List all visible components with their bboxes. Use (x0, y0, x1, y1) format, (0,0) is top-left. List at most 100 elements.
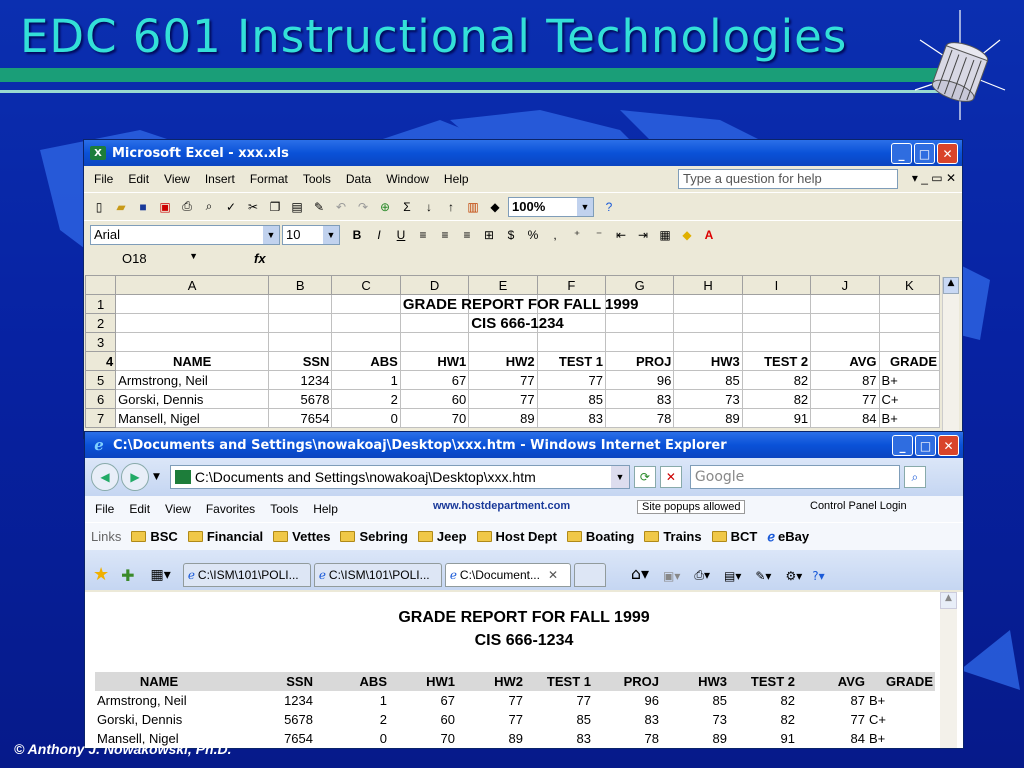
cell[interactable] (331, 332, 401, 352)
menu-file[interactable]: File (94, 172, 113, 186)
format-painter-icon[interactable]: ✎ (310, 198, 328, 216)
cut-icon[interactable]: ✂ (244, 198, 262, 216)
link-bct[interactable]: BCT (711, 529, 757, 544)
feeds-icon[interactable]: ▣▾ (663, 569, 680, 583)
search-input[interactable]: Google (689, 465, 900, 489)
cell[interactable] (268, 313, 333, 333)
row-header[interactable]: 5 (84, 370, 117, 390)
back-icon[interactable]: ◀ (91, 463, 119, 491)
cell[interactable] (115, 313, 270, 333)
quick-tabs-icon[interactable]: ▦▾ (151, 567, 171, 583)
cell[interactable] (810, 294, 880, 314)
column-header[interactable]: I (741, 275, 812, 295)
cell[interactable]: 83 (604, 389, 675, 409)
cell[interactable] (268, 332, 333, 352)
cell[interactable] (878, 313, 941, 333)
menu-insert[interactable]: Insert (205, 172, 235, 186)
menu-view[interactable]: View (164, 172, 190, 186)
cell[interactable]: 91 (741, 408, 812, 428)
cell[interactable] (741, 294, 812, 314)
address-input[interactable]: C:\Documents and Settings\nowakoaj\Deskt… (169, 465, 630, 489)
link-vettes[interactable]: Vettes (273, 529, 330, 544)
control-panel-link[interactable]: Control Panel Login (810, 500, 907, 512)
align-center-icon[interactable]: ≡ (436, 226, 454, 244)
cell[interactable]: 82 (741, 389, 812, 409)
cell[interactable] (810, 332, 880, 352)
help-icon[interactable]: ? (600, 198, 618, 216)
cell[interactable]: 1 (331, 370, 401, 390)
menu-format[interactable]: Format (250, 172, 288, 186)
zoom-select[interactable]: 100% ▼ (508, 196, 594, 217)
cell[interactable]: 7654 (268, 408, 333, 428)
cell[interactable]: 73 (673, 389, 743, 409)
cell[interactable] (810, 313, 880, 333)
cell[interactable] (268, 294, 333, 314)
cell[interactable] (604, 313, 675, 333)
cell[interactable] (399, 332, 470, 352)
cell[interactable]: C+ (878, 389, 941, 409)
cell[interactable]: 70 (399, 408, 470, 428)
cell[interactable]: 87 (810, 370, 880, 390)
cell[interactable]: TEST 1 (536, 351, 606, 371)
row-header[interactable]: 4 (84, 351, 117, 371)
column-header[interactable]: D (399, 275, 470, 295)
cell[interactable] (399, 313, 470, 333)
cell[interactable]: 89 (468, 408, 538, 428)
cell[interactable] (115, 332, 270, 352)
column-header[interactable]: G (604, 275, 675, 295)
cell[interactable]: 83 (536, 408, 606, 428)
link-boating[interactable]: Boating (566, 529, 634, 544)
spreadsheet-grid[interactable]: A B C D E F G H I J K 1 GRADE REPORT FOR FALL 1999 2 C… (84, 275, 941, 428)
cell[interactable]: B+ (878, 408, 941, 428)
column-header[interactable]: J (810, 275, 880, 295)
host-link[interactable]: www.hostdepartment.com (433, 500, 570, 512)
row-header[interactable]: 6 (84, 389, 117, 409)
maximize-button[interactable]: □ (915, 435, 936, 456)
chart-wizard-icon[interactable]: ▥ (464, 198, 482, 216)
borders-icon[interactable]: ▦ (656, 226, 674, 244)
decrease-decimal-icon[interactable]: ⁻ (590, 226, 608, 244)
menu-favorites[interactable]: Favorites (206, 502, 255, 516)
link-host-dept[interactable]: Host Dept (476, 529, 557, 544)
undo-icon[interactable]: ↶ (332, 198, 350, 216)
decrease-indent-icon[interactable]: ⇤ (612, 226, 630, 244)
refresh-icon[interactable]: ⟳ (633, 466, 656, 488)
cell[interactable]: B+ (878, 370, 941, 390)
column-header[interactable]: F (536, 275, 606, 295)
underline-icon[interactable]: U (392, 226, 410, 244)
menu-edit[interactable]: Edit (128, 172, 149, 186)
scroll-up-icon[interactable]: ▲ (943, 277, 959, 294)
merge-icon[interactable]: ⊞ (480, 226, 498, 244)
cell[interactable]: 67 (399, 370, 470, 390)
menu-help[interactable]: Help (444, 172, 469, 186)
menu-view[interactable]: View (165, 502, 191, 516)
print-icon[interactable]: ⎙ (178, 198, 196, 216)
cell[interactable] (741, 313, 812, 333)
menu-tools[interactable]: Tools (270, 502, 298, 516)
menu-tools[interactable]: Tools (303, 172, 331, 186)
column-header[interactable]: A (115, 275, 270, 295)
doc-controls[interactable]: ▾ _ ▭ ✕ (912, 171, 956, 185)
preview-icon[interactable]: ⌕ (200, 198, 218, 216)
column-header[interactable]: K (878, 275, 941, 295)
autosum-icon[interactable]: Σ (398, 198, 416, 216)
vertical-scrollbar[interactable]: ▲ (940, 592, 957, 748)
cell[interactable]: HW3 (673, 351, 743, 371)
cell[interactable] (878, 294, 941, 314)
cell[interactable]: TEST 2 (741, 351, 812, 371)
close-tab-icon[interactable]: ✕ (548, 568, 558, 582)
font-size-select[interactable]: 10 ▼ (282, 224, 340, 245)
link-ebay[interactable]: ℯ eBay (767, 529, 809, 545)
cell[interactable]: Gorski, Dennis (115, 389, 270, 409)
comma-icon[interactable]: , (546, 226, 564, 244)
cell[interactable] (468, 332, 538, 352)
help-icon[interactable]: ?▾ (812, 569, 824, 583)
menu-file[interactable]: File (95, 502, 114, 516)
cell[interactable]: 0 (331, 408, 401, 428)
page-menu-icon[interactable]: ▤▾ (724, 569, 741, 583)
stop-icon[interactable]: ✕ (659, 466, 682, 488)
fill-color-icon[interactable]: ◆ (678, 226, 696, 244)
cell[interactable]: 78 (604, 408, 675, 428)
cell[interactable]: NAME (115, 351, 270, 371)
cell[interactable]: AVG (810, 351, 880, 371)
